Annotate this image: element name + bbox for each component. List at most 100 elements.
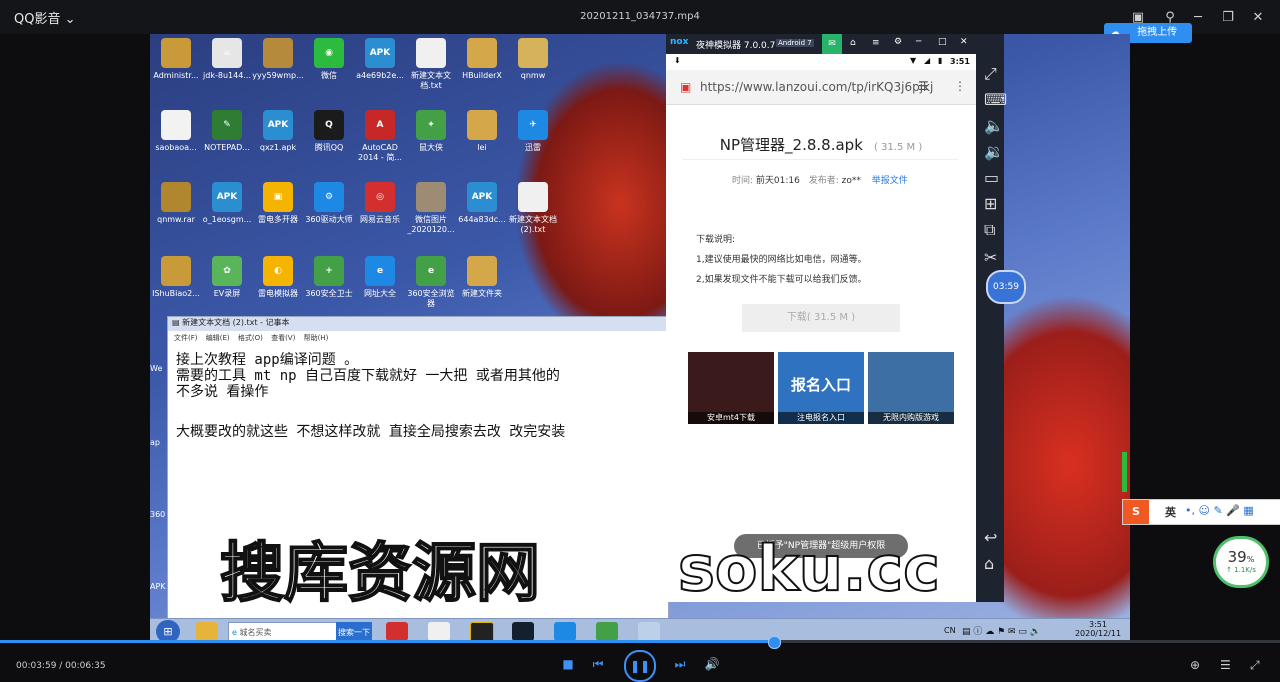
nox-taskbar-icon[interactable] [512,622,534,641]
desktop-icon[interactable]: Q 腾讯QQ [303,110,355,153]
menu-icon[interactable]: ≡ [872,38,880,48]
stop-icon[interactable]: ■ [560,657,576,671]
tabs-icon[interactable]: ☰ [918,79,929,93]
baidu-netdisk-icon[interactable] [428,622,450,641]
menu-edit[interactable]: 编辑(E) [206,334,230,342]
desktop-icon[interactable]: A AutoCAD 2014 - 简... [354,110,406,163]
desktop-icon[interactable]: ✈ 迅雷 [507,110,559,153]
mail-icon[interactable]: ✉ [822,34,842,54]
sogou-icon[interactable] [554,622,576,641]
desktop-icon[interactable]: lei [456,110,508,153]
time-bubble[interactable]: 03:59 [986,270,1026,304]
desktop-icon[interactable]: APK qxz1.apk [252,110,304,153]
volume-up-icon[interactable]: 🔈 [984,116,1004,135]
desktop-icon[interactable]: APK 644a83dc... [456,182,508,225]
shirt-icon[interactable]: ⌂ [850,38,856,48]
desktop-icon[interactable]: 微信图片_2020120... [405,182,457,235]
minimize-icon[interactable]: ─ [916,37,921,47]
desktop-icon[interactable]: +360安全卫士 [303,256,355,299]
notepad-taskbar-icon[interactable] [638,622,660,641]
desktop-icon[interactable]: APK a4e69b2e... [354,38,406,81]
equalizer-icon[interactable]: ☰ [1220,658,1231,672]
desktop-icon[interactable]: ✿ EV录屏 [201,256,253,299]
menu-format[interactable]: 格式(O) [238,334,263,342]
multi-icon[interactable]: ⧉ [984,220,995,240]
seek-bar[interactable] [0,636,1280,649]
ime-toolbar[interactable]: S 英 •, ☺ ✎ 🎤 ▦ [1122,499,1280,525]
menu-file[interactable]: 文件(F) [174,334,198,342]
taskbar-app-icon[interactable] [196,622,218,641]
desktop-icon[interactable]: 新建文件夹 [456,256,508,299]
lang-indicator[interactable]: CN [944,626,956,635]
pause-button[interactable]: ❚❚ [624,650,656,682]
ad-thumb[interactable]: 报名入口 注电报名入口 [778,352,864,424]
back-icon[interactable]: ↩ [984,528,997,547]
desktop-icon[interactable]: 新建文本文档.txt [405,38,457,91]
ime-tools-icons[interactable]: •, ☺ ✎ 🎤 ▦ [1185,504,1254,517]
fullscreen-icon[interactable]: ⤢ [1250,658,1260,673]
desktop-icon[interactable]: yyy59wmp... [252,38,304,81]
close-button[interactable]: ✕ [1246,6,1270,28]
browser-360-icon[interactable] [596,622,618,641]
desktop-icon-label: NOTEPAD... [204,143,250,152]
desktop-icon[interactable]: ▣ 雷电多开器 [252,182,304,225]
desktop-icon-image: + [314,256,344,286]
ime-mode[interactable]: 英 [1165,504,1176,520]
zoom-icon[interactable]: ⊕ [1190,658,1200,672]
desktop-icon[interactable]: 新建文本文档 (2).txt [507,182,559,235]
install-apk-icon[interactable]: ⊞ [984,194,997,213]
close-icon[interactable]: ✕ [960,37,968,47]
maximize-icon[interactable]: □ [938,37,947,47]
desktop-icon[interactable]: qnmw [507,38,559,81]
ad-thumb[interactable]: 安卓mt4下载 [688,352,774,424]
desktop-icon[interactable]: saobaoa... [150,110,202,153]
volume-down-icon[interactable]: 🔉 [984,142,1004,161]
desktop-icon[interactable]: ⚙ 360驱动大师 [303,182,355,225]
menu-help[interactable]: 帮助(H) [304,334,329,342]
notepad-line[interactable]: 大概要改的就这些 不想这样改就 直接全局搜索去改 改完安装 [176,421,565,441]
desktop-icon[interactable]: ☕ jdk-8u144... [201,38,253,81]
network-speed-widget[interactable]: 39% ↑ 1.1K/s [1213,536,1269,588]
desktop-icon-image [416,182,446,212]
net-percent: 39 [1227,548,1247,566]
fullscreen-icon[interactable]: ⤢ [984,64,997,84]
url-text[interactable]: https://www.lanzoui.com/tp/irKQ3j6pjkj [700,80,933,94]
report-link[interactable]: 举报文件 [872,176,908,186]
emulator-window[interactable]: nox 夜神模拟器 7.0.0.7 Android 7 ✉ ⌂ ≡ ⚙ ─ □ … [666,34,1004,602]
download-button[interactable]: 下载( 31.5 M ) [742,304,900,332]
desktop-icon[interactable]: IShuBiao2... [150,256,202,299]
browser-address-bar[interactable]: ▣ https://www.lanzoui.com/tp/irKQ3j6pjkj… [666,70,976,105]
desktop-icon-image [518,38,548,68]
desktop-icon[interactable]: HBuilderX [456,38,508,81]
next-icon[interactable]: ⏭ [672,657,688,672]
desktop-icon[interactable]: ✦ 鼠大侠 [405,110,457,153]
screen-icon[interactable]: ▭ [984,168,999,187]
desktop-icon[interactable]: ◉ 微信 [303,38,355,81]
tray-clock[interactable]: 3:51 2020/12/11 [1070,620,1126,638]
video-frame[interactable]: Administr... ☕ jdk-8u144... yyy59wmp... ◉ 微信 A… [150,34,1130,643]
desktop-icon[interactable]: e 360安全浏览器 [405,256,457,309]
seek-bar-knob[interactable] [768,636,782,649]
settings-icon[interactable]: ⚙ [894,37,902,47]
desktop-icon[interactable]: Administr... [150,38,202,81]
desktop-icon[interactable]: e 网址大全 [354,256,406,299]
desktop-icon[interactable]: ◐ 雷电模拟器 [252,256,304,299]
notepad-titlebar[interactable]: ▤ 新建文本文档 (2).txt - 记事本 [168,317,668,331]
more-icon[interactable]: ⋮ [954,79,966,93]
desktop-icon[interactable]: qnmw.rar [150,182,202,225]
home-icon[interactable]: ⌂ [984,554,994,573]
menu-view[interactable]: 查看(V) [271,334,295,342]
desktop-icon[interactable]: ✎ NOTEPAD... [201,110,253,153]
meta-time-label: 时间: [732,176,754,186]
keyboard-icon[interactable]: ⌨ [984,90,1007,109]
restore-button[interactable]: ❐ [1216,6,1240,28]
tray-icons[interactable]: ▤ ⓘ ☁ ⚑ ✉ ▭ 🔊 [962,624,1041,637]
previous-icon[interactable]: ⏮ [590,657,606,672]
netease-music-icon[interactable] [386,622,408,641]
desktop-icon[interactable]: ◎ 网易云音乐 [354,182,406,225]
scissors-icon[interactable]: ✂ [984,248,997,267]
ad-thumb[interactable]: 无限内购版游戏 [868,352,954,424]
desktop-icon[interactable]: APK o_1eosgm... [201,182,253,225]
notepad-line[interactable]: 不多说 看操作 [176,381,268,401]
volume-icon[interactable]: 🔊 [704,657,720,671]
